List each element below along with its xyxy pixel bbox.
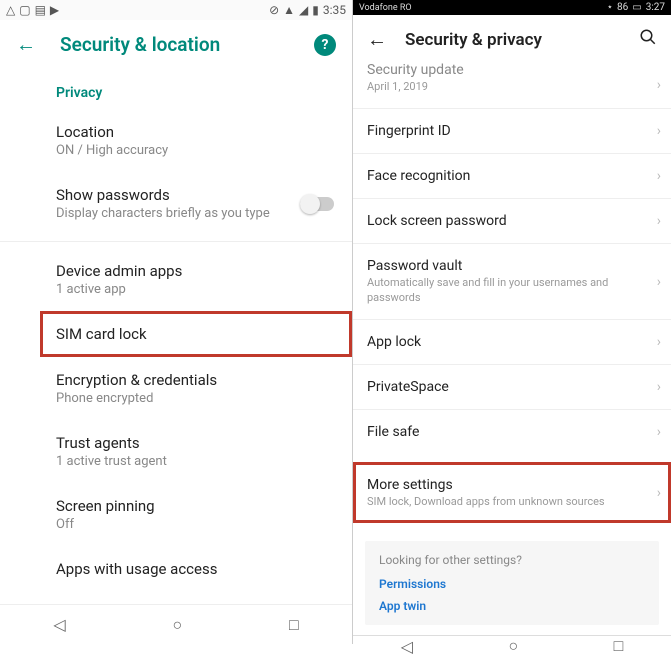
- item-title: Apps with usage access: [56, 560, 336, 578]
- item-subtitle: SIM lock, Download apps from unknown sou…: [367, 495, 657, 509]
- item-title: Trust agents: [56, 434, 336, 452]
- wifi-icon: ▲: [283, 3, 295, 17]
- phone-left: △ ▢ ▤ ▶ ⊘ ▲ ◢ ▮ 3:35 ← Security & locati…: [0, 0, 353, 644]
- search-icon[interactable]: [639, 28, 657, 51]
- item-subtitle: April 1, 2019: [367, 80, 657, 94]
- nav-back-icon[interactable]: ◁: [53, 615, 65, 634]
- divider: [0, 241, 352, 242]
- item-apps-usage[interactable]: Apps with usage access: [0, 546, 352, 592]
- item-more-settings[interactable]: More settings SIM lock, Download apps fr…: [353, 462, 671, 523]
- play-icon: ▶: [50, 3, 59, 17]
- carrier-label: Vodafone RO: [359, 3, 412, 13]
- item-private-space[interactable]: PrivateSpace ›: [353, 364, 671, 409]
- back-arrow-icon[interactable]: ←: [16, 32, 36, 57]
- toggle-switch[interactable]: [300, 197, 334, 211]
- chevron-right-icon: ›: [657, 168, 661, 184]
- app-bar: ← Security & privacy: [353, 15, 671, 62]
- item-subtitle: Display characters briefly as you type: [56, 206, 336, 221]
- chevron-right-icon: ›: [657, 123, 661, 139]
- settings-list: Security update April 1, 2019 › Fingerpr…: [353, 62, 671, 635]
- item-lock-screen-password[interactable]: Lock screen password ›: [353, 198, 671, 243]
- page-title: Security & location: [60, 33, 290, 56]
- help-icon[interactable]: ?: [314, 34, 336, 56]
- item-title: Security update: [367, 62, 657, 78]
- chevron-right-icon: ›: [657, 379, 661, 395]
- app-bar: ← Security & location ?: [0, 20, 352, 69]
- item-title: Show passwords: [56, 186, 336, 204]
- item-title: Password vault: [367, 258, 657, 274]
- settings-list: Privacy Location ON / High accuracy Show…: [0, 69, 352, 592]
- back-arrow-icon[interactable]: ←: [367, 27, 387, 52]
- chevron-right-icon: ›: [657, 424, 661, 440]
- item-app-lock[interactable]: App lock ›: [353, 319, 671, 364]
- footer-suggestions: Looking for other settings? Permissions …: [365, 541, 659, 625]
- item-title: SIM card lock: [56, 325, 312, 343]
- section-privacy: Privacy: [0, 73, 352, 109]
- item-file-safe[interactable]: File safe ›: [353, 409, 671, 454]
- item-title: Encryption & credentials: [56, 371, 336, 389]
- item-title: Screen pinning: [56, 497, 336, 515]
- status-time: 3:27: [646, 2, 665, 13]
- item-title: Fingerprint ID: [367, 123, 657, 139]
- item-title: File safe: [367, 424, 657, 440]
- chevron-right-icon: ›: [657, 213, 661, 229]
- item-subtitle: ON / High accuracy: [56, 143, 336, 158]
- item-subtitle: 1 active trust agent: [56, 454, 336, 469]
- item-fingerprint[interactable]: Fingerprint ID ›: [353, 108, 671, 153]
- link-app-twin[interactable]: App twin: [379, 599, 645, 613]
- footer-question: Looking for other settings?: [379, 553, 645, 567]
- bluetooth-icon: ⋆: [607, 2, 613, 13]
- nav-back-icon[interactable]: ◁: [401, 637, 413, 656]
- nav-home-icon[interactable]: ○: [172, 615, 182, 635]
- item-title: App lock: [367, 334, 657, 350]
- status-bar: △ ▢ ▤ ▶ ⊘ ▲ ◢ ▮ 3:35: [0, 0, 352, 20]
- item-security-update[interactable]: Security update April 1, 2019 ›: [353, 62, 671, 108]
- page-title: Security & privacy: [405, 30, 621, 50]
- status-bar: Vodafone RO ⋆ 86 ▭ 3:27: [353, 0, 671, 15]
- photo-icon: ▢: [19, 3, 30, 17]
- battery-icon: ▭: [632, 2, 641, 13]
- nav-home-icon[interactable]: ○: [508, 636, 518, 656]
- signal-icon: ◢: [299, 3, 308, 17]
- battery-pct: 86: [617, 2, 628, 13]
- item-sim-card-lock[interactable]: SIM card lock: [40, 311, 352, 357]
- item-title: Device admin apps: [56, 262, 336, 280]
- item-subtitle: Off: [56, 517, 336, 532]
- item-title: PrivateSpace: [367, 379, 657, 395]
- chevron-right-icon: ›: [657, 77, 661, 93]
- item-title: Location: [56, 123, 336, 141]
- item-trust-agents[interactable]: Trust agents 1 active trust agent: [0, 420, 352, 483]
- item-subtitle: Automatically save and fill in your user…: [367, 276, 657, 305]
- nav-recent-icon[interactable]: □: [289, 615, 299, 635]
- nav-recent-icon[interactable]: □: [614, 636, 624, 656]
- item-encryption[interactable]: Encryption & credentials Phone encrypted: [0, 357, 352, 420]
- chevron-right-icon: ›: [657, 485, 661, 501]
- item-title: Lock screen password: [367, 213, 657, 229]
- item-show-passwords[interactable]: Show passwords Display characters briefl…: [0, 172, 352, 235]
- item-password-vault[interactable]: Password vault Automatically save and fi…: [353, 243, 671, 319]
- battery-icon: ▮: [312, 3, 319, 17]
- chevron-right-icon: ›: [657, 334, 661, 350]
- item-title: More settings: [367, 477, 657, 493]
- link-permissions[interactable]: Permissions: [379, 577, 645, 591]
- chevron-right-icon: ›: [657, 274, 661, 290]
- item-device-admin[interactable]: Device admin apps 1 active app: [0, 248, 352, 311]
- nav-bar: ◁ ○ □: [0, 604, 352, 644]
- dnd-icon: ⊘: [269, 3, 279, 17]
- item-subtitle: Phone encrypted: [56, 391, 336, 406]
- drive-icon: △: [6, 3, 15, 17]
- doc-icon: ▤: [35, 3, 46, 17]
- item-face-recognition[interactable]: Face recognition ›: [353, 153, 671, 198]
- nav-bar: ◁ ○ □: [353, 635, 671, 656]
- phone-right: Vodafone RO ⋆ 86 ▭ 3:27 ← Security & pri…: [353, 0, 671, 644]
- item-location[interactable]: Location ON / High accuracy: [0, 109, 352, 172]
- item-title: Face recognition: [367, 168, 657, 184]
- item-screen-pinning[interactable]: Screen pinning Off: [0, 483, 352, 546]
- status-time: 3:35: [323, 3, 346, 17]
- item-subtitle: 1 active app: [56, 282, 336, 297]
